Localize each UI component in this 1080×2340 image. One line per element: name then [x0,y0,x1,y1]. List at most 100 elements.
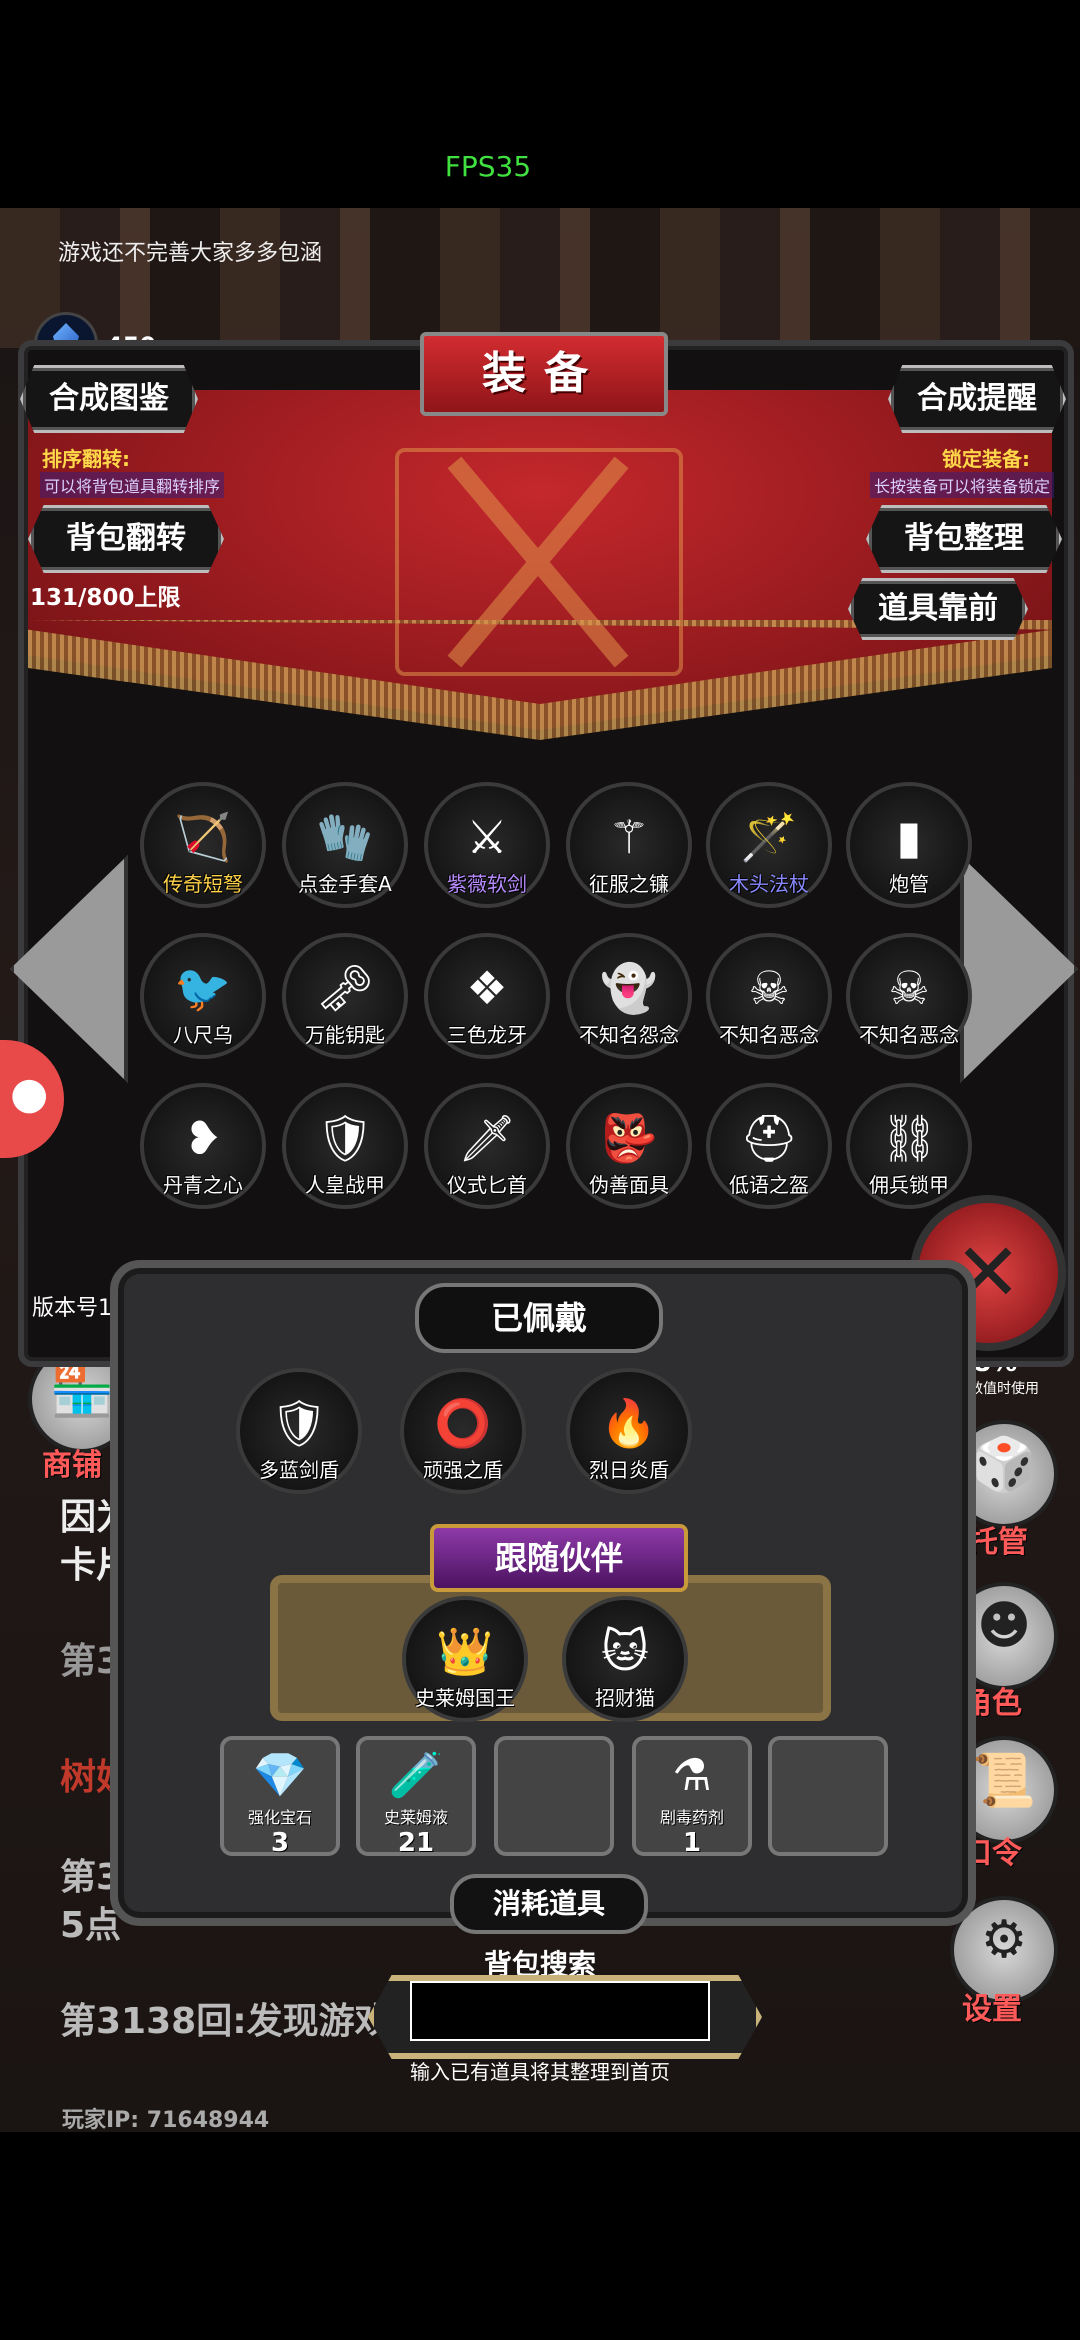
consumable-name: 史莱姆液 [383,1808,448,1827]
consumable-slot[interactable]: ⚗ 剧毒药剂 1 [632,1736,752,1858]
item-name: 三色龙牙 [447,1023,527,1047]
item-name: 不知名怨念 [579,1023,679,1047]
bag-search-input[interactable] [410,1981,710,2041]
background-pillars [0,208,1080,348]
item-name: 紫薇软剑 [447,872,527,896]
player-ip: 玩家IP: 71648944 [62,2108,270,2133]
sort-flip-label: 排序翻转: [42,447,130,471]
search-hint: 输入已有道具将其整理到首页 [410,2060,670,2084]
bag-item-slot[interactable]: 🪄 木头法杖 [706,782,832,908]
consumable-name: 剧毒药剂 [659,1808,724,1827]
chainmail-icon: ⛓ [880,1111,939,1165]
flame-shield-icon: 🔥 [600,1396,658,1450]
equipped-slot[interactable]: 🛡 多蓝剑盾 [236,1368,362,1494]
bag-item-slot[interactable]: ⚔ 紫薇软剑 [424,782,550,908]
bag-item-slot[interactable]: ☠ 不知名恶念 [846,933,972,1059]
lock-equip-label: 锁定装备: [942,447,1030,471]
equipped-name: 多蓝剑盾 [259,1458,339,1482]
bag-item-slot[interactable]: 🐦 八尺乌 [140,933,266,1059]
story-line: 第3138回:发现游戏 [60,2001,391,2042]
crossbow-icon: 🏹 [174,810,232,864]
bag-item-slot[interactable]: ☠ 不知名恶念 [706,933,832,1059]
key-icon: 🗝 [316,961,375,1015]
manage-label: 托管 [968,1525,1028,1560]
armor-icon: 🛡 [316,1111,375,1165]
bag-item-slot[interactable]: 👻 不知名怨念 [566,933,692,1059]
lucky-cat-icon: 🐱 [601,1624,649,1678]
bag-item-slot[interactable]: ▮ 炮管 [846,782,972,908]
serpent-heart-icon: ❥ [183,1111,223,1165]
bag-item-slot[interactable]: 🏹 传奇短弩 [140,782,266,908]
consumable-slot[interactable]: 🧪 史莱姆液 21 [356,1736,476,1858]
bag-flip-button[interactable]: 背包翻转 [28,505,224,573]
companion-slot[interactable]: 🐱 招财猫 [562,1596,688,1722]
barrel-icon: ▮ [896,810,922,864]
slime-king-icon: 👑 [436,1624,494,1678]
equipped-slot[interactable]: 🔥 烈日炎盾 [566,1368,692,1494]
wraith-icon: ☠ [888,961,930,1015]
bag-item-slot[interactable]: 👺 伪善面具 [566,1083,692,1209]
item-name: 丹青之心 [163,1173,243,1197]
companion-slot[interactable]: 👑 史莱姆国王 [402,1596,528,1722]
consumable-slot[interactable] [494,1736,614,1856]
poison-icon: ⚗ [672,1750,712,1801]
bag-item-slot[interactable]: ❖ 三色龙牙 [424,933,550,1059]
item-name: 炮管 [889,872,929,896]
consumables-title: 消耗道具 [450,1874,648,1934]
crossed-swords-emblem [395,448,683,676]
consumable-slot[interactable]: 💎 强化宝石 3 [220,1736,340,1858]
equipped-slot[interactable]: ⭕ 顽强之盾 [400,1368,526,1494]
item-name: 人皇战甲 [305,1173,385,1197]
item-name: 木头法杖 [729,872,809,896]
consumable-count: 21 [397,1828,435,1858]
fps-counter: FPS35 [444,150,532,183]
item-name: 低语之盔 [729,1173,809,1197]
potion-icon: 🧪 [388,1750,444,1801]
consumable-slot[interactable] [768,1736,888,1856]
bag-item-slot[interactable]: 🗝 万能钥匙 [282,933,408,1059]
items-front-button[interactable]: 道具靠前 [848,578,1028,640]
item-name: 八尺乌 [173,1023,233,1047]
bag-organize-button[interactable]: 背包整理 [866,505,1062,573]
helmet-icon: ⛑ [740,1111,799,1165]
notice-text: 游戏还不完善大家多多包涵 [58,241,323,266]
item-name: 不知名恶念 [719,1023,819,1047]
round-shield-icon: ⭕ [434,1396,492,1450]
companion-name: 招财猫 [595,1686,655,1710]
settings-label: 设置 [962,1992,1022,2027]
synthesis-reminder-button[interactable]: 合成提醒 [888,365,1066,433]
synthesis-catalog-button[interactable]: 合成图鉴 [20,365,198,433]
sort-flip-desc: 可以将背包道具翻转排序 [40,472,225,498]
bag-item-slot[interactable]: ⛑ 低语之盔 [706,1083,832,1209]
item-name: 伪善面具 [589,1173,669,1197]
scythe-icon: ⚚ [608,810,650,864]
item-name: 佣兵锁甲 [869,1173,949,1197]
window-title: 装备 [420,332,668,416]
equipped-name: 烈日炎盾 [589,1458,669,1482]
item-name: 传奇短弩 [163,872,243,896]
bag-capacity: 131/800上限 [30,585,181,611]
dagger-icon: 🗡 [458,1111,517,1165]
mask-icon: 👺 [600,1111,658,1165]
equipped-title: 已佩戴 [415,1283,663,1353]
bag-item-slot[interactable]: 🗡 仪式匕首 [424,1083,550,1209]
sword-shield-icon: 🛡 [270,1396,329,1450]
item-name: 万能钥匙 [305,1023,385,1047]
dragon-fang-icon: ❖ [466,961,508,1015]
bag-item-slot[interactable]: 🛡 人皇战甲 [282,1083,408,1209]
consumable-count: 1 [682,1828,702,1858]
ghost-icon: 👻 [600,961,658,1015]
soft-sword-icon: ⚔ [466,810,508,864]
bag-item-slot[interactable]: 🧤 点金手套A [282,782,408,908]
bag-item-slot[interactable]: ⛓ 佣兵锁甲 [846,1083,972,1209]
item-name: 不知名恶念 [859,1023,959,1047]
companion-bar [270,1575,831,1721]
companions-title: 跟随伙伴 [430,1524,688,1592]
gauntlet-icon: 🧤 [316,810,374,864]
consumable-name: 强化宝石 [247,1808,312,1827]
consumable-count: 3 [270,1828,290,1858]
shop-label: 商铺 [42,1448,102,1483]
bag-item-slot[interactable]: ❥ 丹青之心 [140,1083,266,1209]
wraith-icon: ☠ [748,961,790,1015]
bag-item-slot[interactable]: ⚚ 征服之镰 [566,782,692,908]
